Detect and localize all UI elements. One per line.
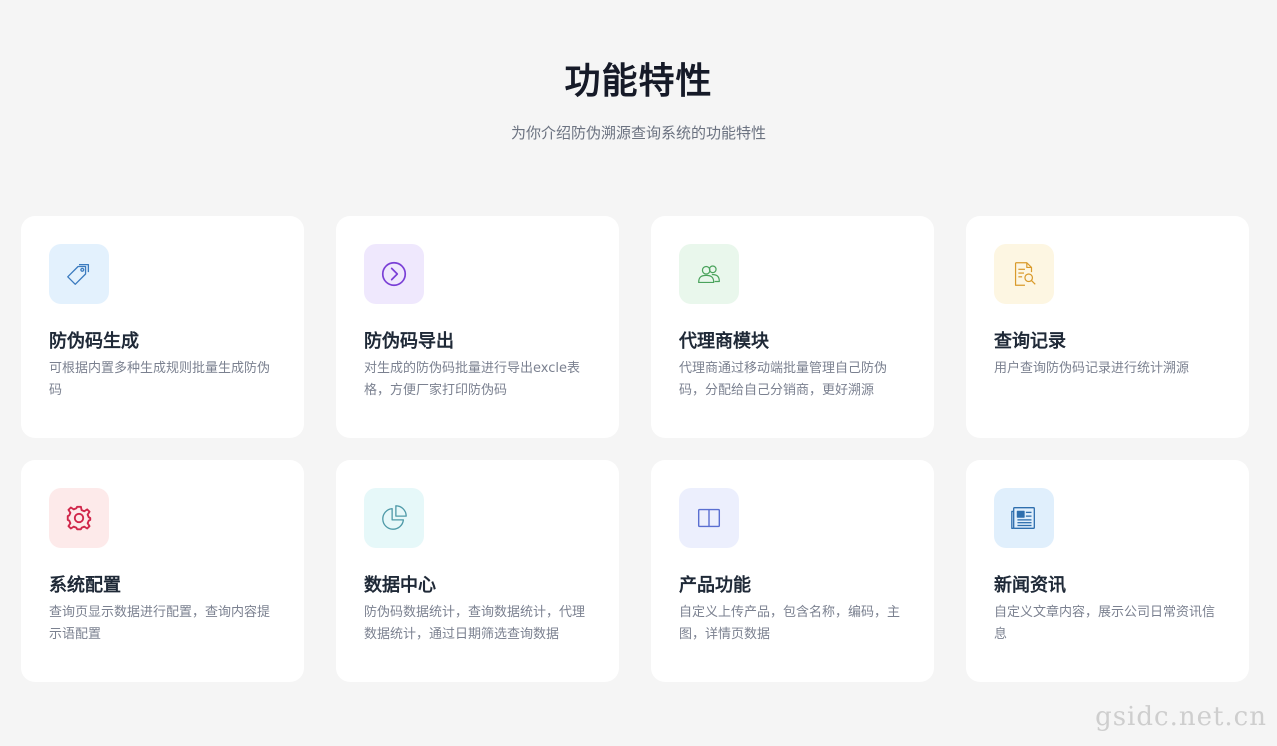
watermark-text: gsidc.net.cn bbox=[1095, 702, 1267, 732]
feature-title: 代理商模块 bbox=[679, 331, 769, 352]
feature-desc: 自定义上传产品，包含名称，编码，主图，详情页数据 bbox=[679, 605, 901, 642]
feature-desc: 防伪码数据统计，查询数据统计，代理数据统计，通过日期筛选查询数据 bbox=[364, 605, 586, 642]
feature-desc: 代理商通过移动端批量管理自己防伪码，分配给自己分销商，更好溯源 bbox=[679, 361, 888, 398]
feature-card-data-center[interactable]: 数据中心 防伪码数据统计，查询数据统计，代理数据统计，通过日期筛选查询数据 bbox=[336, 460, 619, 682]
tags-icon bbox=[49, 244, 109, 304]
feature-desc: 查询页显示数据进行配置，查询内容提示语配置 bbox=[49, 605, 271, 642]
arrow-circle-right-icon bbox=[364, 244, 424, 304]
feature-desc: 用户查询防伪码记录进行统计溯源 bbox=[994, 361, 1190, 376]
pie-chart-icon bbox=[364, 488, 424, 548]
feature-desc: 自定义文章内容，展示公司日常资讯信息 bbox=[994, 605, 1216, 642]
gear-icon bbox=[49, 488, 109, 548]
feature-card-query-records[interactable]: 查询记录 用户查询防伪码记录进行统计溯源 bbox=[966, 216, 1249, 438]
feature-card-code-generation[interactable]: 防伪码生成 可根据内置多种生成规则批量生成防伪码 bbox=[21, 216, 304, 438]
feature-desc: 可根据内置多种生成规则批量生成防伪码 bbox=[49, 361, 271, 398]
feature-card-agent-module[interactable]: 代理商模块 代理商通过移动端批量管理自己防伪码，分配给自己分销商，更好溯源 bbox=[651, 216, 934, 438]
feature-card-system-config[interactable]: 系统配置 查询页显示数据进行配置，查询内容提示语配置 bbox=[21, 460, 304, 682]
feature-title: 系统配置 bbox=[49, 575, 121, 596]
page-subtitle: 为你介绍防伪溯源查询系统的功能特性 bbox=[510, 124, 766, 142]
feature-card-code-export[interactable]: 防伪码导出 对生成的防伪码批量进行导出excle表格，方便厂家打印防伪码 bbox=[336, 216, 619, 438]
feature-title: 产品功能 bbox=[679, 575, 751, 596]
feature-title: 防伪码生成 bbox=[49, 331, 139, 352]
feature-card-product[interactable]: 产品功能 自定义上传产品，包含名称，编码，主图，详情页数据 bbox=[651, 460, 934, 682]
feature-title: 防伪码导出 bbox=[364, 331, 454, 352]
users-icon bbox=[679, 244, 739, 304]
document-search-icon bbox=[994, 244, 1054, 304]
feature-title: 查询记录 bbox=[994, 331, 1066, 352]
book-icon bbox=[679, 488, 739, 548]
feature-title: 数据中心 bbox=[364, 575, 436, 596]
feature-grid: 防伪码生成 可根据内置多种生成规则批量生成防伪码 防伪码导出 对生成的防伪码批量… bbox=[21, 216, 1249, 682]
page-title: 功能特性 bbox=[564, 61, 713, 102]
feature-card-news[interactable]: 新闻资讯 自定义文章内容，展示公司日常资讯信息 bbox=[966, 460, 1249, 682]
feature-desc: 对生成的防伪码批量进行导出excle表格，方便厂家打印防伪码 bbox=[364, 361, 580, 398]
feature-title: 新闻资讯 bbox=[994, 575, 1066, 596]
newspaper-icon bbox=[994, 488, 1054, 548]
